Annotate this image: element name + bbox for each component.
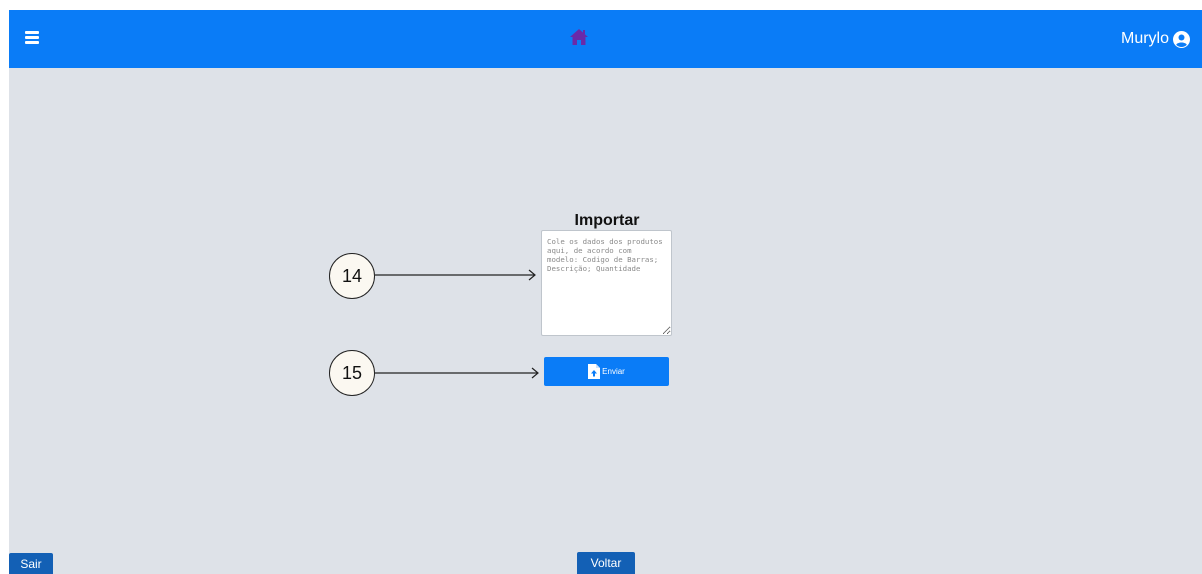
user-menu[interactable]: Murylo [1121,28,1190,50]
user-circle-icon [1173,30,1190,48]
send-button-label: Enviar [602,367,625,376]
user-name: Murylo [1120,30,1169,47]
file-upload-icon [588,364,601,379]
send-button[interactable]: Enviar [544,357,669,386]
logout-label: Sair [20,556,42,571]
callout-label: 15 [341,362,363,383]
callout-15-arrow [375,367,539,379]
callout-label: 14 [341,265,363,286]
callout-15: 15 [329,350,375,396]
back-label: Voltar [590,556,622,570]
home-button[interactable] [569,28,589,48]
back-button[interactable]: Voltar [577,552,635,574]
callout-14: 14 [329,253,375,299]
logout-button[interactable]: Sair [9,553,53,574]
home-icon [570,29,588,45]
import-products-textarea[interactable] [541,230,672,336]
top-navbar: Murylo [9,10,1202,68]
bars-icon-line [25,36,39,39]
app-frame: Murylo Importar Produtos Enviar 14 15 [9,10,1202,574]
bars-icon [25,31,39,34]
bars-icon-line [25,41,39,44]
menu-toggle-button[interactable] [25,31,39,45]
callout-14-arrow [375,269,536,281]
